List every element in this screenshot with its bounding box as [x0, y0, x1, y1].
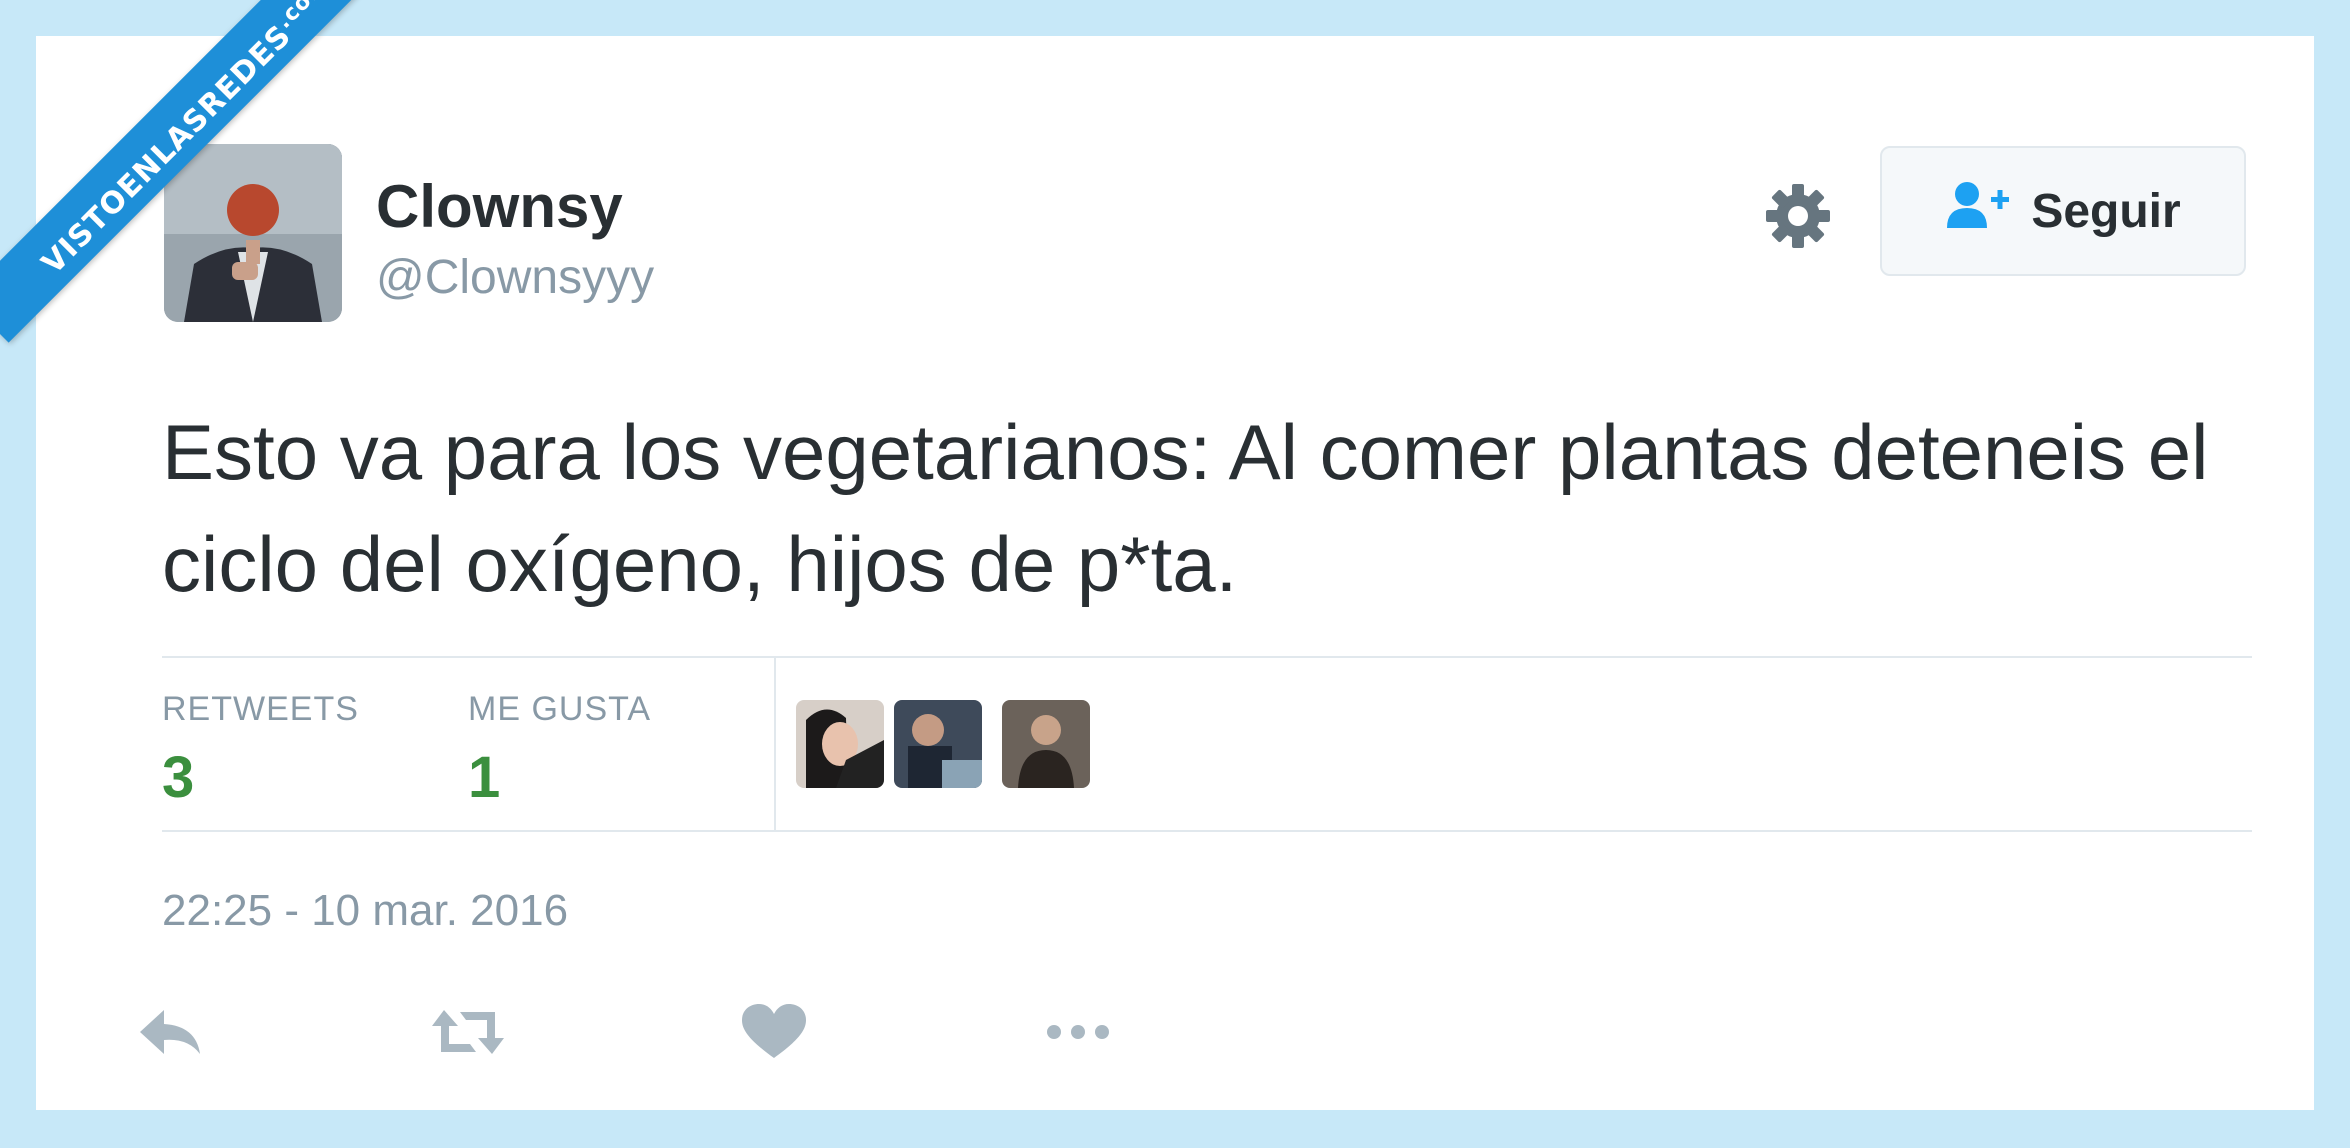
follow-label: Seguir	[2031, 184, 2181, 238]
liker-avatar[interactable]	[1002, 700, 1090, 788]
divider	[162, 656, 2252, 658]
gear-icon[interactable]	[1762, 180, 1834, 252]
more-icon[interactable]	[1040, 1002, 1116, 1062]
retweet-icon[interactable]	[430, 1002, 506, 1062]
likes-label[interactable]: ME GUSTA	[468, 690, 651, 729]
follow-button[interactable]: Seguir	[1880, 146, 2246, 276]
like-icon[interactable]	[736, 1002, 812, 1062]
reply-icon[interactable]	[132, 1002, 208, 1062]
tweet-timestamp[interactable]: 22:25 - 10 mar. 2016	[162, 886, 568, 936]
liker-avatar[interactable]	[894, 700, 982, 788]
divider	[774, 656, 776, 832]
retweets-label[interactable]: RETWEETS	[162, 690, 359, 729]
user-handle[interactable]: @Clownsyyy	[376, 250, 654, 305]
liker-avatar[interactable]	[796, 700, 884, 788]
tweet-card: Clownsy @Clownsyyy Seguir Esto va para l…	[36, 36, 2314, 1110]
tweet-text: Esto va para los vegetarianos: Al comer …	[162, 408, 2209, 608]
likes-count[interactable]: 1	[468, 744, 500, 811]
retweets-count[interactable]: 3	[162, 744, 194, 811]
display-name[interactable]: Clownsy	[376, 172, 623, 241]
divider	[162, 830, 2252, 832]
avatar[interactable]	[164, 144, 342, 322]
follow-user-icon	[1945, 180, 2013, 242]
